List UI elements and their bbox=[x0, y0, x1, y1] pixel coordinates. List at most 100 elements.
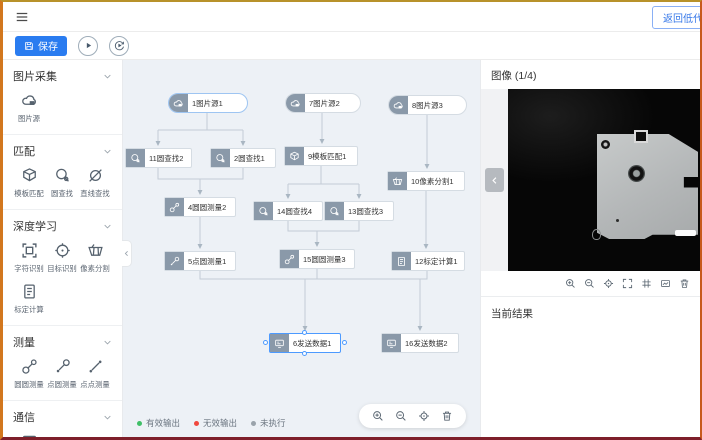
plate-center-hole-graphic bbox=[628, 165, 645, 182]
send-data-icon bbox=[21, 433, 38, 437]
run-loop-button[interactable] bbox=[109, 36, 129, 56]
node-handle-bottom[interactable] bbox=[302, 351, 307, 356]
section-match: 匹配 模板匹配 圆查找 直线查找 bbox=[3, 135, 122, 210]
image-toolbar bbox=[481, 271, 700, 295]
chevron-down-icon[interactable] bbox=[103, 147, 112, 156]
node-handle-right[interactable] bbox=[342, 340, 347, 345]
section-title: 测量 bbox=[13, 334, 35, 350]
flow-node-circle-find-1[interactable]: 2圆查找1 bbox=[210, 148, 276, 168]
sidebar-item-send-data[interactable] bbox=[13, 433, 46, 437]
cloud-image-icon bbox=[389, 96, 408, 114]
preview-panel: 图像 (1/4) bbox=[480, 60, 700, 437]
section-title: 通信 bbox=[13, 409, 35, 425]
flow-node-calibration-1[interactable]: 12标定计算1 bbox=[391, 251, 465, 271]
zoom-out-icon[interactable] bbox=[584, 278, 595, 289]
cube-icon bbox=[285, 147, 304, 165]
cloud-image-icon bbox=[21, 92, 38, 109]
back-to-lowcode-button[interactable]: 返回低代 bbox=[652, 6, 702, 29]
flow-canvas[interactable]: 1图片源1 7图片源2 8图片源3 11圆查找2 2圆查找1 9模板匹配1 bbox=[123, 60, 480, 437]
segment-icon bbox=[87, 242, 104, 259]
circle-find-icon bbox=[325, 202, 344, 220]
send-data-icon bbox=[382, 334, 401, 352]
main-content: 图片采集 图片源 匹配 模板匹配 圆查找 bbox=[3, 60, 700, 437]
flow-node-send-data-1[interactable]: 6发送数据1 bbox=[269, 333, 341, 353]
chevron-down-icon[interactable] bbox=[103, 338, 112, 347]
circle-find-icon bbox=[211, 149, 230, 167]
app-window: 返回低代 保存 图片采集 图片源 匹配 bbox=[0, 0, 702, 440]
flow-node-point-circle-measure-1[interactable]: 5点圆测量1 bbox=[164, 251, 236, 271]
inspection-image[interactable] bbox=[508, 89, 700, 271]
grid-icon[interactable] bbox=[641, 278, 652, 289]
image-viewer bbox=[481, 89, 700, 271]
section-measure: 测量 圆圆测量 点圆测量 点点测量 bbox=[3, 326, 122, 401]
section-title: 深度学习 bbox=[13, 218, 57, 234]
flow-node-circle-circle-measure-2[interactable]: 4圆圆测量2 bbox=[164, 197, 236, 217]
chevron-down-icon[interactable] bbox=[103, 72, 112, 81]
flow-node-image-source-1[interactable]: 1图片源1 bbox=[168, 93, 248, 113]
locate-icon[interactable] bbox=[418, 410, 430, 422]
node-handle-top[interactable] bbox=[302, 330, 307, 335]
sidebar-item-segmentation[interactable]: 像素分割 bbox=[79, 242, 112, 274]
output-legend: 有效输出 无效输出 未执行 bbox=[137, 417, 286, 429]
line-find-icon bbox=[87, 167, 104, 184]
valid-output-dot bbox=[137, 421, 142, 426]
flow-node-image-source-3[interactable]: 8图片源3 bbox=[388, 95, 467, 115]
zoom-in-icon[interactable] bbox=[372, 410, 384, 422]
sidebar-item-ocr[interactable]: 字符识别 bbox=[13, 242, 46, 274]
save-button[interactable]: 保存 bbox=[15, 36, 67, 56]
edit-toolbar: 保存 bbox=[3, 32, 700, 60]
item-label: 图片源 bbox=[18, 113, 40, 123]
save-image-icon[interactable] bbox=[660, 278, 671, 289]
plate-slot-graphic bbox=[675, 230, 696, 236]
point-circle-measure-icon bbox=[165, 252, 184, 270]
sidebar-item-circle-circle-measure[interactable]: 圆圆测量 bbox=[13, 358, 46, 390]
plate-dot-graphic bbox=[616, 219, 619, 222]
locate-icon[interactable] bbox=[603, 278, 614, 289]
zoom-in-icon[interactable] bbox=[565, 278, 576, 289]
node-handle-left[interactable] bbox=[263, 340, 268, 345]
flow-node-template-match-1[interactable]: 9模板匹配1 bbox=[284, 146, 358, 166]
target-icon bbox=[54, 242, 71, 259]
trash-icon[interactable] bbox=[679, 278, 690, 289]
flow-node-circle-find-2[interactable]: 11圆查找2 bbox=[125, 148, 192, 168]
chevron-down-icon[interactable] bbox=[103, 413, 112, 422]
flow-node-circle-circle-measure-3[interactable]: 15圆圆测量3 bbox=[279, 249, 355, 269]
sidebar-item-template-match[interactable]: 模板匹配 bbox=[13, 167, 46, 199]
flow-node-segmentation-1[interactable]: 10像素分割1 bbox=[387, 171, 465, 191]
plate-hook-graphic bbox=[592, 229, 601, 240]
save-label: 保存 bbox=[38, 38, 58, 53]
flow-node-circle-find-4[interactable]: 14圆查找4 bbox=[253, 201, 323, 221]
sidebar-collapse-handle[interactable] bbox=[122, 240, 132, 267]
sidebar-item-calibration[interactable]: 标定计算 bbox=[13, 283, 46, 315]
sidebar-item-target-detect[interactable]: 目标识别 bbox=[46, 242, 79, 274]
section-deep-learning: 深度学习 字符识别 目标识别 像素分割 bbox=[3, 210, 122, 326]
circle-find-icon bbox=[54, 167, 71, 184]
sidebar-item-point-circle-measure[interactable]: 点圆测量 bbox=[46, 358, 79, 390]
circle-find-icon bbox=[126, 149, 145, 167]
play-icon bbox=[83, 40, 94, 51]
fullscreen-icon[interactable] bbox=[622, 278, 633, 289]
top-bar: 返回低代 bbox=[3, 2, 700, 32]
section-image-capture: 图片采集 图片源 bbox=[3, 60, 122, 135]
section-title: 匹配 bbox=[13, 143, 35, 159]
flow-node-circle-find-3[interactable]: 13圆查找3 bbox=[324, 201, 394, 221]
trash-icon[interactable] bbox=[441, 410, 453, 422]
chevron-left-icon bbox=[490, 176, 499, 185]
prev-image-button[interactable] bbox=[485, 168, 504, 192]
sidebar-item-circle-find[interactable]: 圆查找 bbox=[46, 167, 79, 199]
sidebar-item-line-find[interactable]: 直线查找 bbox=[79, 167, 112, 199]
ocr-icon bbox=[21, 242, 38, 259]
sidebar-item-point-point-measure[interactable]: 点点测量 bbox=[79, 358, 112, 390]
menu-icon[interactable] bbox=[15, 10, 29, 24]
circle-find-icon bbox=[254, 202, 273, 220]
flow-node-send-data-2[interactable]: 16发送数据2 bbox=[381, 333, 459, 353]
flow-node-image-source-2[interactable]: 7图片源2 bbox=[285, 93, 361, 113]
sidebar-item-image-source[interactable]: 图片源 bbox=[13, 92, 46, 124]
cloud-image-icon bbox=[169, 94, 188, 112]
run-once-button[interactable] bbox=[78, 36, 98, 56]
segment-icon bbox=[388, 172, 407, 190]
zoom-out-icon[interactable] bbox=[395, 410, 407, 422]
chevron-down-icon[interactable] bbox=[103, 222, 112, 231]
plate-tab-graphic bbox=[634, 130, 648, 143]
play-loop-icon bbox=[114, 40, 125, 51]
